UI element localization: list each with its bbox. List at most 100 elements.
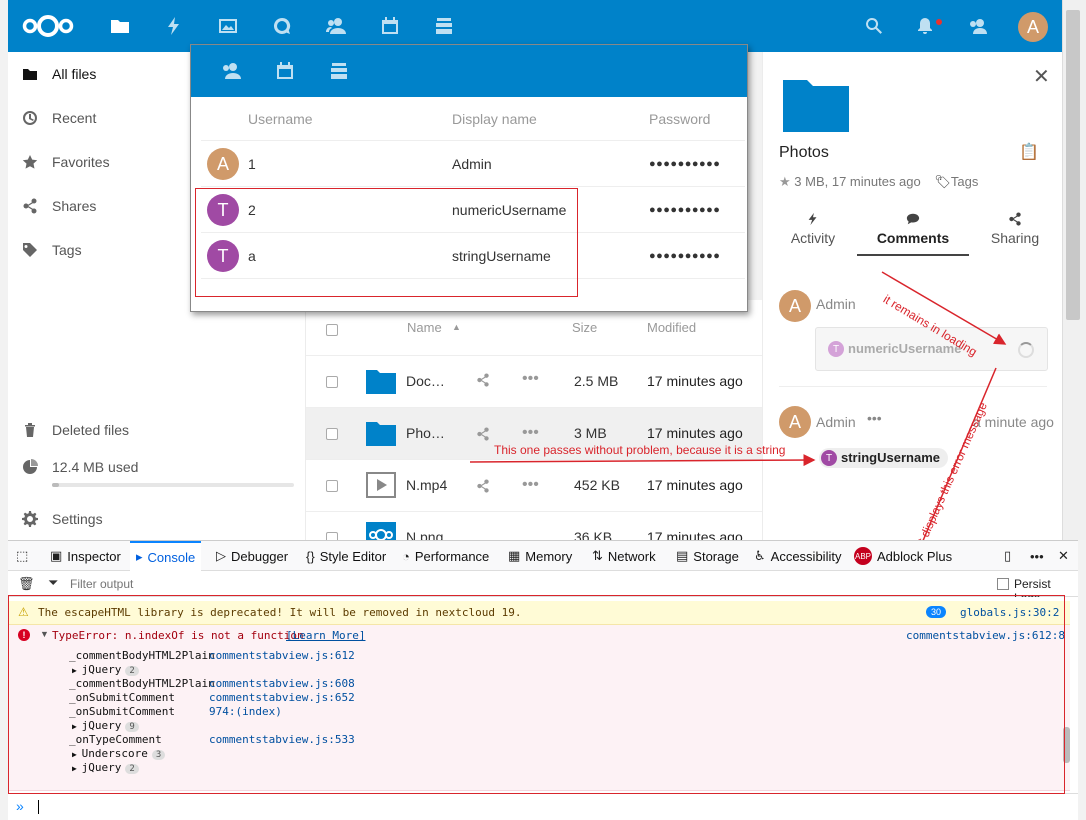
user-table-header: Username Display name Password — [201, 97, 745, 141]
column-size[interactable]: Size — [572, 320, 597, 340]
file-name[interactable]: Pho… — [406, 425, 445, 441]
user-password: ●●●●●●●●●● — [649, 250, 721, 262]
user-row[interactable]: A 1 Admin ●●●●●●●●●● — [201, 141, 745, 187]
tab-memory[interactable]: ▦ Memory — [508, 541, 572, 571]
select-all-checkbox[interactable] — [326, 324, 338, 336]
tab-activity[interactable]: Activity — [763, 212, 863, 246]
row-checkbox[interactable] — [326, 428, 338, 440]
more-actions-icon[interactable]: ••• — [522, 370, 539, 388]
filter-output-input[interactable] — [70, 575, 570, 593]
activity-app-icon[interactable] — [162, 14, 186, 38]
persist-logs-checkbox[interactable] — [997, 578, 1009, 590]
tab-adblock-plus[interactable]: ABP Adblock Plus — [854, 541, 952, 571]
file-row[interactable]: Doc… ••• 2.5 MB 17 minutes ago — [306, 355, 762, 407]
video-file-icon — [366, 472, 396, 498]
file-size: 2.5 MB — [574, 373, 619, 389]
performance-icon: ◔ — [402, 548, 410, 564]
share-icon — [22, 198, 38, 214]
clipboard-icon[interactable]: 📋 — [1019, 142, 1039, 162]
storage-icon: ▤ — [676, 548, 689, 563]
talk-app-icon[interactable] — [270, 14, 294, 38]
gallery-app-icon[interactable] — [216, 14, 240, 38]
adblock-icon: ABP — [854, 547, 872, 565]
folder-icon — [22, 66, 38, 82]
row-checkbox[interactable] — [326, 376, 338, 388]
clear-console-icon[interactable]: 🗑 — [18, 576, 35, 592]
tab-performance[interactable]: ◔ Performance — [402, 541, 489, 571]
filter-icon: ⏷ — [48, 575, 59, 590]
star-icon[interactable]: ★ — [779, 174, 791, 189]
nav-label: Deleted files — [52, 422, 130, 438]
more-actions-icon[interactable]: ••• — [522, 476, 539, 494]
tab-style-editor[interactable]: {} Style Editor — [306, 541, 386, 571]
contacts-app-icon[interactable] — [219, 59, 243, 83]
tab-comments[interactable]: Comments — [863, 212, 963, 246]
network-icon: ⇅ — [592, 548, 603, 563]
close-icon[interactable]: ✕ — [1033, 64, 1050, 89]
quota-fill — [52, 483, 60, 487]
calendar-app-icon[interactable] — [378, 14, 402, 38]
element-picker-icon[interactable]: ⬚ — [16, 541, 33, 571]
trash-icon — [22, 422, 38, 438]
tab-label: Console — [147, 549, 196, 565]
tab-label: Storage — [693, 548, 739, 564]
files-app-icon[interactable] — [108, 14, 132, 38]
tab-accessibility[interactable]: ♿ Accessibility — [754, 541, 841, 571]
folder-preview-icon — [783, 80, 849, 132]
nav-settings[interactable]: Settings — [8, 497, 306, 541]
tag-icon — [22, 242, 38, 258]
size-and-time: 3 MB, 17 minutes ago — [794, 174, 921, 189]
file-row[interactable]: N.png 36 KB 17 minutes ago — [306, 511, 762, 540]
details-meta: ★ 3 MB, 17 minutes ago 🏷Tags — [779, 174, 978, 190]
annotation-box-console — [8, 595, 1065, 794]
tab-network[interactable]: ⇅ Network — [592, 541, 656, 571]
file-name[interactable]: N.mp4 — [406, 477, 447, 493]
popup-header — [191, 45, 747, 97]
column-modified[interactable]: Modified — [647, 320, 696, 340]
nextcloud-logo-icon[interactable] — [22, 12, 74, 43]
search-icon[interactable] — [862, 14, 886, 38]
file-name[interactable]: N.png — [406, 529, 443, 540]
tag-icon[interactable]: 🏷 — [934, 174, 951, 189]
share-icon[interactable] — [476, 479, 490, 496]
tags-label[interactable]: Tags — [951, 174, 978, 189]
quota-bar — [52, 483, 294, 487]
tab-storage[interactable]: ▤ Storage — [676, 541, 739, 571]
tab-console[interactable]: ▸ Console — [130, 541, 202, 571]
tab-label: Accessibility — [770, 548, 842, 564]
tab-label: Debugger — [231, 548, 289, 564]
deck-app-icon[interactable] — [432, 14, 456, 38]
file-size: 3 MB — [574, 425, 607, 441]
notifications-bell-icon[interactable] — [913, 14, 937, 38]
calendar-app-icon[interactable] — [273, 59, 297, 83]
more-actions-icon[interactable]: ••• — [522, 424, 539, 442]
deck-app-icon[interactable] — [327, 59, 351, 83]
console-input[interactable]: » — [8, 793, 1078, 820]
close-devtools-icon[interactable]: ✕ — [1058, 541, 1074, 571]
tab-debugger[interactable]: ▷ Debugger — [216, 541, 288, 571]
share-icon[interactable] — [476, 427, 490, 444]
user-avatar[interactable]: A — [1018, 12, 1048, 42]
row-checkbox[interactable] — [326, 532, 338, 540]
devtools-menu-icon[interactable]: ••• — [1030, 541, 1049, 571]
comment-actions-icon[interactable]: ••• — [867, 410, 882, 426]
column-username: Username — [248, 111, 313, 127]
share-icon[interactable] — [476, 373, 490, 390]
responsive-mode-icon[interactable]: ▯ — [1004, 541, 1016, 571]
file-modified: 17 minutes ago — [647, 477, 743, 493]
details-title: Photos — [779, 144, 829, 161]
mention-avatar: T — [821, 450, 837, 466]
contacts-menu-icon[interactable] — [966, 14, 990, 38]
row-checkbox[interactable] — [326, 480, 338, 492]
file-name[interactable]: Doc… — [406, 373, 445, 389]
nextcloud-image-icon — [366, 522, 396, 540]
mention-bubble[interactable]: T stringUsername — [819, 448, 948, 468]
file-row[interactable]: N.mp4 ••• 452 KB 17 minutes ago — [306, 459, 762, 511]
page-scrollbar-thumb[interactable] — [1066, 10, 1080, 320]
file-modified: 17 minutes ago — [647, 425, 743, 441]
contacts-app-icon[interactable] — [324, 14, 348, 38]
tab-sharing[interactable]: Sharing — [965, 212, 1065, 246]
column-name[interactable]: Name — [407, 320, 442, 340]
tab-inspector[interactable]: ▣ Inspector — [50, 541, 121, 571]
file-list: Name ▲ Size Modified Doc… ••• 2.5 MB 17 … — [306, 300, 762, 540]
